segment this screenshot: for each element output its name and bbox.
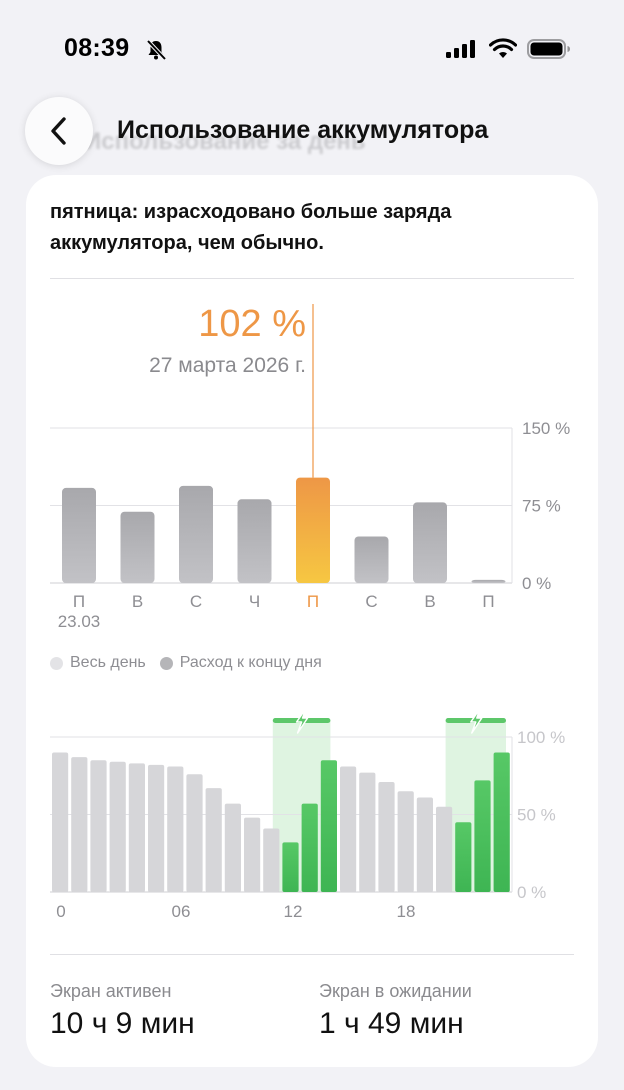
x-tick-label: 0 <box>56 902 65 921</box>
stats-divider <box>50 954 574 955</box>
x-tick-label: Ч <box>249 592 260 611</box>
legend-item-end-of-day: Расход к концу дня <box>159 654 322 672</box>
legend-swatch <box>50 656 63 670</box>
x-tick-label: В <box>424 592 435 611</box>
y-tick-label: 50 % <box>517 806 556 825</box>
x-tick-label: 12 <box>284 902 303 921</box>
hourly-bar-charging <box>493 752 510 892</box>
weekly-bar <box>62 487 96 583</box>
x-tick-label: П <box>73 592 85 611</box>
weekly-bar-selected <box>296 477 330 583</box>
hourly-bar <box>109 761 126 892</box>
hourly-bar <box>263 828 280 892</box>
weekly-bar <box>237 499 272 583</box>
y-tick-label: 0 % <box>522 574 551 593</box>
hourly-bar <box>90 760 107 892</box>
weekly-bar <box>413 502 447 583</box>
hourly-bar-charging <box>282 842 299 892</box>
weekly-bar <box>179 485 213 583</box>
weekly-bar <box>354 536 389 583</box>
hourly-bar <box>71 757 88 892</box>
screen-active-label: Экран активен <box>50 981 172 1001</box>
hourly-bar <box>436 806 453 892</box>
screen-idle-label: Экран в ожидании <box>319 981 472 1001</box>
hourly-bar <box>205 788 222 892</box>
hourly-bar-charging <box>320 760 337 892</box>
hourly-bar-charging <box>301 803 318 892</box>
hourly-bar <box>378 781 395 892</box>
x-tick-label: 06 <box>172 902 191 921</box>
hourly-bar <box>186 774 203 892</box>
y-tick-label: 100 % <box>517 728 565 747</box>
weekly-usage-chart[interactable]: 150 %75 %0 %П В С Ч П С В П23.03 <box>0 0 624 650</box>
screen-active-value: 10 ч 9 мин <box>50 1007 195 1040</box>
hourly-bar-charging <box>474 780 491 892</box>
legend-label: Весь день <box>70 654 146 671</box>
legend-label: Расход к концу дня <box>179 654 322 671</box>
hourly-bar <box>148 764 165 892</box>
x-tick-label: П <box>482 592 494 611</box>
hourly-bar <box>167 766 184 892</box>
x-tick-label: С <box>190 592 202 611</box>
hourly-bar <box>359 772 376 892</box>
weekly-bar <box>120 511 155 583</box>
hourly-bar <box>224 803 241 892</box>
x-date-label: 23.03 <box>58 612 101 631</box>
weekly-bar <box>471 579 506 583</box>
hourly-bar <box>340 766 357 892</box>
legend-swatch <box>159 656 173 670</box>
y-tick-label: 75 % <box>522 497 561 516</box>
hourly-bar <box>52 752 69 892</box>
hourly-bar <box>397 791 414 892</box>
hourly-battery-chart[interactable]: 100 % 50 % 0 % 0 06 12 18 <box>0 690 624 930</box>
chart-legend: Весь день Расход к концу дня <box>50 654 322 672</box>
hourly-bar <box>128 763 145 892</box>
legend-item-whole-day: Весь день <box>50 654 146 672</box>
y-tick-label: 150 % <box>522 419 570 438</box>
screen-idle-value: 1 ч 49 мин <box>319 1007 464 1040</box>
hourly-bar <box>416 797 433 892</box>
x-tick-label: В <box>132 592 143 611</box>
x-tick-label: П <box>307 592 319 611</box>
hourly-bar-charging <box>455 822 472 892</box>
x-tick-label: 18 <box>397 902 416 921</box>
hourly-bar <box>244 817 261 892</box>
y-tick-label: 0 % <box>517 883 546 902</box>
x-tick-label: С <box>365 592 377 611</box>
